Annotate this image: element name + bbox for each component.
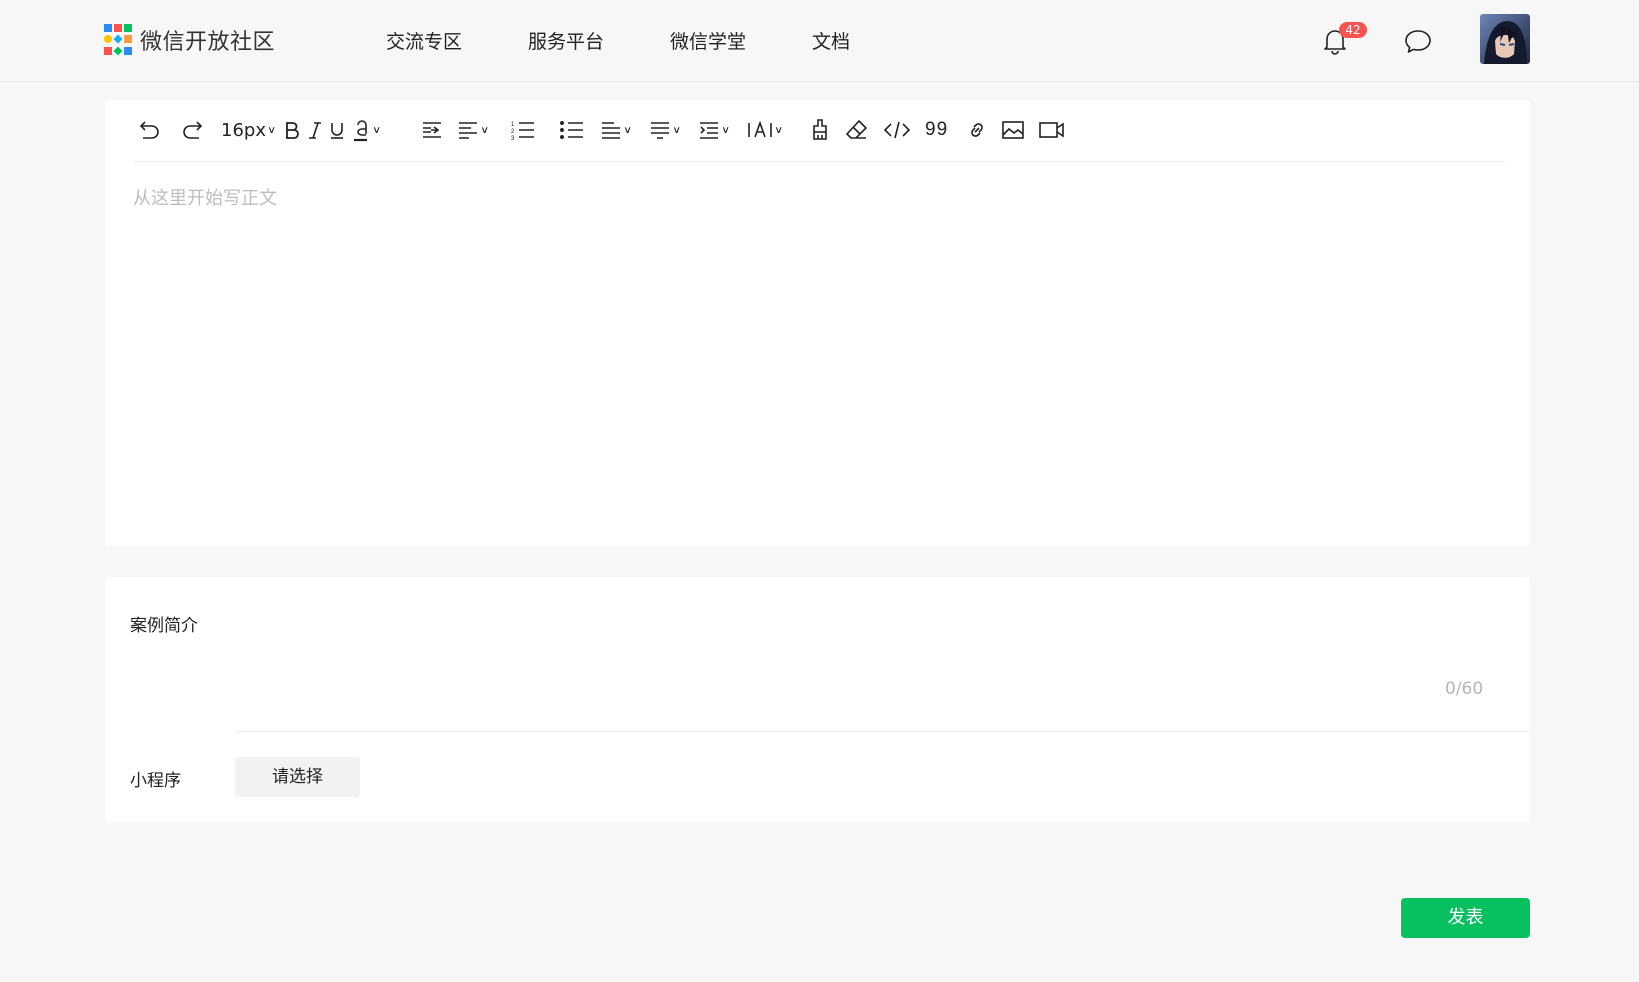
font-size-select[interactable]: 16px ∨ bbox=[221, 114, 277, 146]
logo-text: 微信开放社区 bbox=[140, 30, 276, 55]
avatar[interactable] bbox=[1480, 14, 1530, 64]
logo-icon bbox=[104, 24, 136, 56]
chevron-down-icon: ∨ bbox=[721, 124, 731, 136]
top-header: 微信开放社区 交流专区 服务平台 微信学堂 文档 42 bbox=[0, 0, 1639, 82]
chevron-down-icon: ∨ bbox=[774, 124, 784, 136]
paragraph-spacing-icon[interactable]: ∨ bbox=[649, 114, 682, 146]
chevron-down-icon: ∨ bbox=[480, 124, 490, 136]
editor-card: 16px ∨ ∨ ∨ 1 2 3 ∨ ∨ ∨ ∨ 99 从这里开始写正文 bbox=[105, 100, 1530, 546]
underline-icon[interactable] bbox=[327, 114, 347, 146]
link-icon[interactable] bbox=[965, 114, 989, 146]
main-nav: 交流专区 服务平台 微信学堂 文档 bbox=[386, 27, 916, 54]
image-icon[interactable] bbox=[1001, 114, 1025, 146]
miniprogram-label: 小程序 bbox=[130, 771, 181, 791]
chevron-down-icon: ∨ bbox=[372, 124, 382, 136]
letter-spacing-icon[interactable]: ∨ bbox=[698, 114, 731, 146]
chevron-down-icon: ∨ bbox=[623, 124, 633, 136]
font-size-value: 16px bbox=[221, 119, 266, 141]
publish-button[interactable]: 发表 bbox=[1401, 898, 1530, 938]
bold-icon[interactable] bbox=[282, 114, 302, 146]
nav-item-docs[interactable]: 文档 bbox=[812, 27, 850, 54]
miniprogram-select-button[interactable]: 请选择 bbox=[235, 757, 360, 797]
editor-placeholder: 从这里开始写正文 bbox=[133, 188, 277, 209]
align-left-icon[interactable]: ∨ bbox=[457, 114, 490, 146]
ordered-list-icon[interactable]: 1 2 3 bbox=[510, 114, 536, 146]
intro-label: 案例简介 bbox=[130, 616, 198, 636]
video-icon[interactable] bbox=[1038, 114, 1066, 146]
chevron-down-icon: ∨ bbox=[267, 124, 277, 136]
nav-item-discussion[interactable]: 交流专区 bbox=[386, 27, 462, 54]
line-height-icon[interactable]: ∨ bbox=[600, 114, 633, 146]
intro-char-count: 0/60 bbox=[1445, 679, 1484, 699]
message-icon[interactable] bbox=[1404, 27, 1432, 55]
chevron-down-icon: ∨ bbox=[672, 124, 682, 136]
svg-text:3: 3 bbox=[511, 136, 515, 142]
editor-content[interactable]: 从这里开始写正文 bbox=[133, 184, 1503, 524]
svg-text:2: 2 bbox=[511, 129, 515, 135]
font-color-icon[interactable]: ∨ bbox=[353, 114, 382, 146]
svg-text:1: 1 bbox=[511, 122, 515, 128]
notification-badge: 42 bbox=[1339, 22, 1367, 38]
code-icon[interactable] bbox=[883, 114, 911, 146]
avatar-image bbox=[1480, 14, 1530, 64]
editor-toolbar: 16px ∨ ∨ ∨ 1 2 3 ∨ ∨ ∨ ∨ 99 bbox=[133, 114, 1505, 162]
intro-textarea[interactable] bbox=[235, 601, 1515, 691]
indent-icon[interactable] bbox=[421, 114, 443, 146]
quote-icon[interactable]: 99 bbox=[925, 114, 948, 146]
bullet-list-icon[interactable] bbox=[559, 114, 585, 146]
nav-item-services[interactable]: 服务平台 bbox=[528, 27, 604, 54]
text-style-icon[interactable]: ∨ bbox=[747, 114, 784, 146]
italic-icon[interactable] bbox=[305, 114, 325, 146]
undo-icon[interactable] bbox=[138, 114, 162, 146]
redo-icon[interactable] bbox=[180, 114, 204, 146]
logo[interactable]: 微信开放社区 bbox=[104, 24, 275, 56]
eraser-icon[interactable] bbox=[845, 114, 869, 146]
nav-item-academy[interactable]: 微信学堂 bbox=[670, 27, 746, 54]
divider bbox=[235, 731, 1530, 732]
form-card: 案例简介 0/60 小程序 请选择 bbox=[105, 577, 1530, 822]
format-painter-icon[interactable] bbox=[809, 114, 831, 146]
